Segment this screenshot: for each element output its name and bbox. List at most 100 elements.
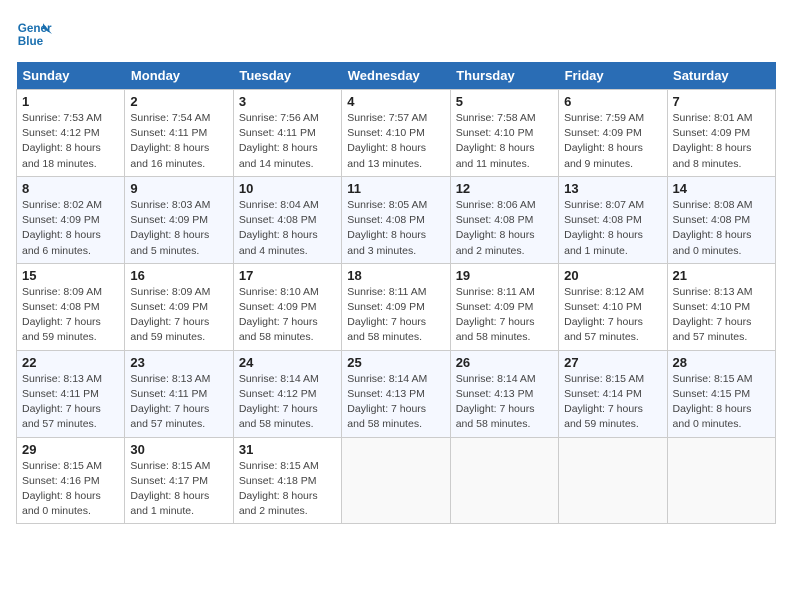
- day-number: 11: [347, 181, 444, 196]
- calendar-cell: 14 Sunrise: 8:08 AMSunset: 4:08 PMDayligh…: [667, 176, 775, 263]
- day-info: Sunrise: 8:14 AMSunset: 4:13 PMDaylight:…: [347, 372, 444, 433]
- col-header-tuesday: Tuesday: [233, 62, 341, 90]
- day-info: Sunrise: 8:07 AMSunset: 4:08 PMDaylight:…: [564, 198, 661, 259]
- day-number: 12: [456, 181, 553, 196]
- day-info: Sunrise: 8:14 AMSunset: 4:12 PMDaylight:…: [239, 372, 336, 433]
- day-number: 8: [22, 181, 119, 196]
- day-info: Sunrise: 7:57 AMSunset: 4:10 PMDaylight:…: [347, 111, 444, 172]
- day-info: Sunrise: 8:15 AMSunset: 4:18 PMDaylight:…: [239, 459, 336, 520]
- day-number: 14: [673, 181, 770, 196]
- col-header-wednesday: Wednesday: [342, 62, 450, 90]
- day-info: Sunrise: 8:03 AMSunset: 4:09 PMDaylight:…: [130, 198, 227, 259]
- day-number: 13: [564, 181, 661, 196]
- day-number: 1: [22, 94, 119, 109]
- day-number: 28: [673, 355, 770, 370]
- logo: General Blue: [16, 16, 52, 52]
- day-info: Sunrise: 7:56 AMSunset: 4:11 PMDaylight:…: [239, 111, 336, 172]
- day-info: Sunrise: 8:11 AMSunset: 4:09 PMDaylight:…: [456, 285, 553, 346]
- calendar-cell: 17Sunrise: 8:10 AMSunset: 4:09 PMDayligh…: [233, 263, 341, 350]
- calendar-cell: 20Sunrise: 8:12 AMSunset: 4:10 PMDayligh…: [559, 263, 667, 350]
- day-number: 5: [456, 94, 553, 109]
- day-info: Sunrise: 8:09 AMSunset: 4:09 PMDaylight:…: [130, 285, 227, 346]
- page-header: General Blue: [16, 16, 776, 52]
- svg-text:Blue: Blue: [18, 35, 44, 48]
- day-info: Sunrise: 8:08 AMSunset: 4:08 PMDaylight:…: [673, 198, 770, 259]
- day-number: 31: [239, 442, 336, 457]
- calendar-cell: 26 Sunrise: 8:14 AMSunset: 4:13 PMDayligh…: [450, 350, 558, 437]
- day-info: Sunrise: 8:02 AMSunset: 4:09 PMDaylight:…: [22, 198, 119, 259]
- calendar-cell: 21 Sunrise: 8:13 AMSunset: 4:10 PMDayligh…: [667, 263, 775, 350]
- day-number: 22: [22, 355, 119, 370]
- calendar-cell: 15 Sunrise: 8:09 AMSunset: 4:08 PMDayligh…: [17, 263, 125, 350]
- col-header-monday: Monday: [125, 62, 233, 90]
- calendar-cell: [667, 437, 775, 524]
- day-number: 6: [564, 94, 661, 109]
- day-number: 24: [239, 355, 336, 370]
- calendar-cell: 1 Sunrise: 7:53 AMSunset: 4:12 PMDaylight…: [17, 90, 125, 177]
- calendar-cell: 16Sunrise: 8:09 AMSunset: 4:09 PMDayligh…: [125, 263, 233, 350]
- day-info: Sunrise: 7:53 AMSunset: 4:12 PMDaylight:…: [22, 111, 119, 172]
- calendar-cell: 28 Sunrise: 8:15 AMSunset: 4:15 PMDayligh…: [667, 350, 775, 437]
- calendar-cell: 30 Sunrise: 8:15 AMSunset: 4:17 PMDayligh…: [125, 437, 233, 524]
- day-number: 27: [564, 355, 661, 370]
- day-info: Sunrise: 8:12 AMSunset: 4:10 PMDaylight:…: [564, 285, 661, 346]
- calendar-cell: 24 Sunrise: 8:14 AMSunset: 4:12 PMDayligh…: [233, 350, 341, 437]
- day-number: 29: [22, 442, 119, 457]
- calendar-cell: 5 Sunrise: 7:58 AMSunset: 4:10 PMDaylight…: [450, 90, 558, 177]
- day-info: Sunrise: 8:13 AMSunset: 4:11 PMDaylight:…: [130, 372, 227, 433]
- day-info: Sunrise: 7:59 AMSunset: 4:09 PMDaylight:…: [564, 111, 661, 172]
- calendar-cell: 22Sunrise: 8:13 AMSunset: 4:11 PMDayligh…: [17, 350, 125, 437]
- day-number: 4: [347, 94, 444, 109]
- calendar-cell: 27 Sunrise: 8:15 AMSunset: 4:14 PMDayligh…: [559, 350, 667, 437]
- calendar-cell: 19 Sunrise: 8:11 AMSunset: 4:09 PMDayligh…: [450, 263, 558, 350]
- calendar-cell: 18 Sunrise: 8:11 AMSunset: 4:09 PMDayligh…: [342, 263, 450, 350]
- day-info: Sunrise: 8:14 AMSunset: 4:13 PMDaylight:…: [456, 372, 553, 433]
- calendar-cell: 31 Sunrise: 8:15 AMSunset: 4:18 PMDayligh…: [233, 437, 341, 524]
- calendar-cell: [342, 437, 450, 524]
- day-number: 2: [130, 94, 227, 109]
- day-info: Sunrise: 8:11 AMSunset: 4:09 PMDaylight:…: [347, 285, 444, 346]
- day-number: 26: [456, 355, 553, 370]
- day-info: Sunrise: 8:06 AMSunset: 4:08 PMDaylight:…: [456, 198, 553, 259]
- day-info: Sunrise: 8:13 AMSunset: 4:10 PMDaylight:…: [673, 285, 770, 346]
- calendar-cell: 4 Sunrise: 7:57 AMSunset: 4:10 PMDaylight…: [342, 90, 450, 177]
- day-number: 10: [239, 181, 336, 196]
- col-header-saturday: Saturday: [667, 62, 775, 90]
- day-info: Sunrise: 7:58 AMSunset: 4:10 PMDaylight:…: [456, 111, 553, 172]
- calendar-cell: 12 Sunrise: 8:06 AMSunset: 4:08 PMDayligh…: [450, 176, 558, 263]
- calendar-cell: [559, 437, 667, 524]
- calendar-cell: 9 Sunrise: 8:03 AMSunset: 4:09 PMDaylight…: [125, 176, 233, 263]
- day-info: Sunrise: 7:54 AMSunset: 4:11 PMDaylight:…: [130, 111, 227, 172]
- col-header-thursday: Thursday: [450, 62, 558, 90]
- day-number: 30: [130, 442, 227, 457]
- calendar-cell: 13 Sunrise: 8:07 AMSunset: 4:08 PMDayligh…: [559, 176, 667, 263]
- day-number: 9: [130, 181, 227, 196]
- calendar-cell: 7 Sunrise: 8:01 AMSunset: 4:09 PMDaylight…: [667, 90, 775, 177]
- calendar-cell: 6 Sunrise: 7:59 AMSunset: 4:09 PMDaylight…: [559, 90, 667, 177]
- calendar-cell: 29 Sunrise: 8:15 AMSunset: 4:16 PMDayligh…: [17, 437, 125, 524]
- day-info: Sunrise: 8:05 AMSunset: 4:08 PMDaylight:…: [347, 198, 444, 259]
- day-info: Sunrise: 8:09 AMSunset: 4:08 PMDaylight:…: [22, 285, 119, 346]
- day-info: Sunrise: 8:15 AMSunset: 4:15 PMDaylight:…: [673, 372, 770, 433]
- col-header-friday: Friday: [559, 62, 667, 90]
- calendar-cell: 8 Sunrise: 8:02 AMSunset: 4:09 PMDaylight…: [17, 176, 125, 263]
- day-info: Sunrise: 8:15 AMSunset: 4:14 PMDaylight:…: [564, 372, 661, 433]
- day-number: 21: [673, 268, 770, 283]
- calendar-cell: [450, 437, 558, 524]
- calendar-table: SundayMondayTuesdayWednesdayThursdayFrid…: [16, 62, 776, 524]
- day-number: 19: [456, 268, 553, 283]
- day-number: 23: [130, 355, 227, 370]
- calendar-cell: 2 Sunrise: 7:54 AMSunset: 4:11 PMDaylight…: [125, 90, 233, 177]
- day-info: Sunrise: 8:15 AMSunset: 4:16 PMDaylight:…: [22, 459, 119, 520]
- calendar-cell: 3 Sunrise: 7:56 AMSunset: 4:11 PMDaylight…: [233, 90, 341, 177]
- day-number: 15: [22, 268, 119, 283]
- day-info: Sunrise: 8:15 AMSunset: 4:17 PMDaylight:…: [130, 459, 227, 520]
- logo-icon: General Blue: [16, 16, 52, 52]
- day-number: 18: [347, 268, 444, 283]
- calendar-cell: 11 Sunrise: 8:05 AMSunset: 4:08 PMDayligh…: [342, 176, 450, 263]
- calendar-cell: 23 Sunrise: 8:13 AMSunset: 4:11 PMDayligh…: [125, 350, 233, 437]
- day-number: 3: [239, 94, 336, 109]
- calendar-cell: 10Sunrise: 8:04 AMSunset: 4:08 PMDayligh…: [233, 176, 341, 263]
- day-info: Sunrise: 8:01 AMSunset: 4:09 PMDaylight:…: [673, 111, 770, 172]
- day-number: 7: [673, 94, 770, 109]
